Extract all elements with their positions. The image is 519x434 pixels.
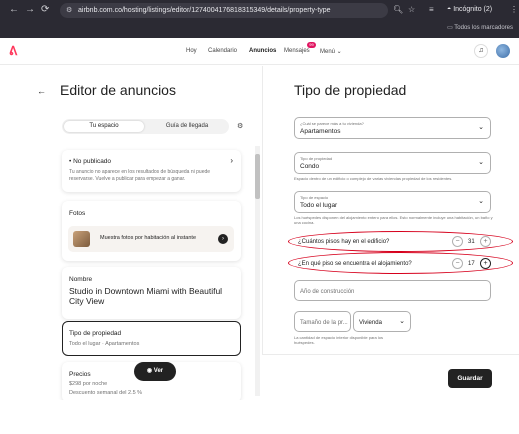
eye-icon: ◉ bbox=[146, 368, 154, 374]
back-icon[interactable]: ← bbox=[37, 86, 46, 96]
tab-your-space[interactable]: Tu espacio bbox=[64, 121, 144, 132]
photos-title: Fotos bbox=[69, 210, 86, 217]
nav-today[interactable]: Hoy bbox=[186, 48, 197, 54]
property-type-label: Tipo de propiedad bbox=[69, 330, 122, 337]
avatar[interactable] bbox=[496, 44, 510, 58]
status-text: Tu anuncio no aparece en los resultados … bbox=[69, 169, 211, 182]
prices-label: Precios bbox=[69, 371, 91, 378]
photo-thumbnail bbox=[73, 231, 90, 247]
annotation-ellipse bbox=[288, 231, 513, 252]
site-header: ᕕ Hoy Calendario Anuncios Mensajes 99 Me… bbox=[0, 38, 519, 65]
panel-footer: Guardar bbox=[262, 354, 519, 400]
page-title: Editor de anuncios bbox=[60, 82, 176, 98]
space-type-select[interactable]: Tipo de espacio Todo el lugar ⌄ bbox=[294, 191, 491, 213]
scroll-thumb[interactable] bbox=[255, 154, 260, 199]
nightly-price: $298 por noche bbox=[69, 381, 108, 387]
chevron-down-icon: ⌄ bbox=[399, 318, 405, 325]
tab-search-icon[interactable]: ≡ bbox=[429, 5, 434, 14]
section-title: Tipo de propiedad bbox=[294, 82, 407, 98]
all-bookmarks[interactable]: ▭ Todos los marcadores bbox=[447, 24, 513, 31]
arrow-right-icon[interactable]: › bbox=[218, 234, 228, 244]
nav-messages[interactable]: Mensajes bbox=[284, 48, 310, 54]
listing-editor-panel: ← Editor de anuncios Tu espacio Guía de … bbox=[0, 66, 262, 402]
category-select[interactable]: ¿Cuál se parece más a tu vivienda? Apart… bbox=[294, 117, 491, 139]
size-placeholder: Tamaño de la pr... bbox=[300, 320, 348, 326]
photos-by-room-row[interactable]: Muestra fotos por habitación al instante… bbox=[68, 226, 234, 252]
notifications-bell-icon[interactable]: ♫ bbox=[474, 44, 488, 58]
left-scrollbar[interactable] bbox=[255, 146, 260, 396]
chevron-down-icon: ⌄ bbox=[478, 124, 484, 131]
name-card[interactable]: Nombre Studio in Downtown Miami with Bea… bbox=[62, 267, 241, 319]
browser-chrome: ← → ⟳ ⚙ airbnb.com.co/hosting/listings/e… bbox=[0, 0, 519, 38]
nav-calendar[interactable]: Calendario bbox=[208, 48, 237, 54]
star-icon[interactable]: ☆ bbox=[408, 5, 415, 14]
photos-row-text: Muestra fotos por habitación al instante bbox=[100, 235, 197, 241]
reload-icon[interactable]: ⟳ bbox=[41, 4, 49, 15]
space-type-help: Los huéspedes disponen del alojamiento e… bbox=[294, 215, 493, 225]
size-help: La cantidad de espacio interior disponib… bbox=[294, 335, 383, 345]
property-type-panel: Tipo de propiedad ¿Cuál se parece más a … bbox=[262, 66, 519, 400]
size-unit-value: Vivienda bbox=[359, 320, 382, 326]
chevron-down-icon: ⌄ bbox=[478, 198, 484, 205]
editor-tabs: Tu espacio Guía de llegada bbox=[62, 119, 229, 134]
property-type-value: Todo el lugar · Apartamentos bbox=[69, 341, 140, 347]
nav-listings[interactable]: Anuncios bbox=[249, 48, 276, 54]
nav-menu[interactable]: Menú ⌄ bbox=[320, 48, 342, 55]
space-type-value: Todo el lugar bbox=[300, 202, 338, 209]
messages-badge: 99 bbox=[307, 42, 316, 48]
airbnb-logo-icon[interactable]: ᕕ bbox=[9, 44, 17, 58]
status-card[interactable]: • No publicado › Tu anuncio no aparece e… bbox=[62, 150, 241, 192]
tab-arrival-guide[interactable]: Guía de llegada bbox=[147, 121, 227, 132]
weekly-discount: Descuento semanal del 2.5 % bbox=[69, 390, 143, 396]
kebab-menu-icon[interactable]: ⋮ bbox=[510, 5, 518, 14]
forward-arrow-icon[interactable]: → bbox=[25, 4, 35, 15]
site-settings-icon[interactable]: ⚙ bbox=[66, 3, 72, 18]
photos-card[interactable]: Fotos Muestra fotos por habitación al in… bbox=[62, 201, 241, 261]
property-type-help: Espacio dentro de un edificio o complejo… bbox=[294, 176, 453, 181]
view-button[interactable]: ◉ Ver bbox=[134, 362, 176, 381]
status-title: • No publicado bbox=[69, 158, 112, 165]
url-text: airbnb.com.co/hosting/listings/editor/12… bbox=[78, 7, 331, 14]
bottom-blank-area bbox=[0, 400, 519, 434]
address-bar[interactable]: ⚙ airbnb.com.co/hosting/listings/editor/… bbox=[60, 3, 388, 18]
property-type-card[interactable]: Tipo de propiedad Todo el lugar · Aparta… bbox=[62, 321, 241, 356]
category-value: Apartamentos bbox=[300, 128, 341, 135]
year-built-placeholder: Año de construcción bbox=[300, 289, 355, 295]
incognito-indicator[interactable]: ◓ Incógnito (2) bbox=[447, 3, 492, 17]
property-type-field-label: Tipo de propiedad bbox=[300, 156, 333, 161]
chevron-down-icon: ⌄ bbox=[478, 159, 484, 166]
property-type-field-value: Condo bbox=[300, 163, 320, 170]
back-arrow-icon[interactable]: ← bbox=[9, 4, 19, 15]
space-type-label: Tipo de espacio bbox=[300, 195, 329, 200]
listing-name: Studio in Downtown Miami with Beautiful … bbox=[69, 286, 223, 306]
property-type-select[interactable]: Tipo de propiedad Condo ⌄ bbox=[294, 152, 491, 174]
category-label: ¿Cuál se parece más a tu vivienda? bbox=[300, 121, 364, 126]
save-button[interactable]: Guardar bbox=[448, 369, 492, 388]
name-label: Nombre bbox=[69, 276, 93, 283]
chevron-right-icon: › bbox=[230, 156, 233, 165]
size-unit-select[interactable]: Vivienda ⌄ bbox=[353, 311, 411, 332]
search-icon[interactable]: 🔍︎ bbox=[393, 5, 403, 14]
annotation-ellipse bbox=[288, 252, 513, 274]
size-input[interactable]: Tamaño de la pr... bbox=[294, 311, 351, 332]
year-built-input[interactable]: Año de construcción bbox=[294, 280, 491, 301]
settings-icon[interactable]: ⚙ bbox=[237, 122, 243, 130]
